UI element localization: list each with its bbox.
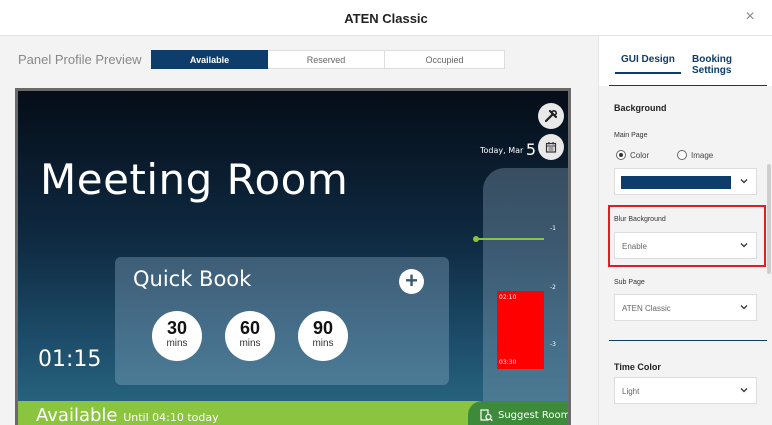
color-radio-label: Color: [630, 150, 650, 160]
quick-book-card: Quick Book + 30 mins 60 mins 90 mins: [115, 257, 449, 385]
title-bar: ATEN Classic ×: [0, 0, 772, 36]
quick-book-duration: 90: [312, 318, 334, 338]
booking-start-time: 02:10: [499, 294, 517, 301]
status-text: Available Until 04:10 today: [36, 405, 219, 425]
blur-background-label: Blur Background: [614, 216, 666, 223]
plus-icon: +: [405, 268, 418, 293]
time-color-select[interactable]: Light: [614, 377, 757, 404]
image-radio-label: Image: [691, 150, 714, 160]
background-title: Background: [614, 103, 667, 113]
timeline-label: -1: [550, 225, 556, 232]
section-divider: [609, 340, 767, 341]
status-until: Until 04:10 today: [123, 411, 219, 424]
date-prefix: Today, Mar: [480, 146, 524, 155]
room-search-icon: [480, 409, 493, 422]
quick-book-unit: mins: [166, 338, 188, 349]
radio-dot: [616, 150, 626, 160]
quick-book-90-button[interactable]: 90 mins: [298, 311, 348, 361]
booking-block[interactable]: 02:10 03:30: [497, 291, 544, 369]
blur-background-value: Enable: [622, 242, 647, 251]
quick-book-60-button[interactable]: 60 mins: [225, 311, 275, 361]
quick-book-title: Quick Book: [133, 267, 252, 291]
window-title: ATEN Classic: [344, 11, 428, 26]
settings-tabs: GUI Design Booking Settings: [599, 36, 772, 86]
state-tabs: Available Reserved Occupied: [151, 50, 505, 69]
sub-page-value: ATEN Classic: [622, 304, 671, 313]
tab-reserved[interactable]: Reserved: [268, 50, 385, 69]
quick-book-unit: mins: [312, 338, 334, 349]
current-time: 01:15: [38, 347, 102, 372]
calendar-icon: [545, 142, 557, 153]
preview-label: Panel Profile Preview: [18, 52, 142, 67]
color-swatch: [621, 176, 731, 189]
blur-background-select[interactable]: Enable: [614, 232, 757, 259]
tab-available[interactable]: Available: [151, 50, 268, 69]
settings-panel: GUI Design Booking Settings Background M…: [598, 36, 772, 425]
date-display: Today, Mar 5: [480, 140, 536, 159]
tools-button[interactable]: [538, 103, 564, 129]
chevron-down-icon: [740, 243, 748, 248]
quick-book-unit: mins: [239, 338, 261, 349]
time-color-value: Light: [622, 387, 640, 396]
scrollbar[interactable]: [767, 164, 771, 274]
chevron-down-icon: [740, 388, 748, 393]
current-time-line: [476, 238, 544, 240]
quick-book-add-button[interactable]: +: [399, 269, 424, 294]
time-color-title: Time Color: [614, 362, 661, 372]
timeline-label: -3: [550, 341, 556, 348]
tools-icon: [544, 109, 558, 123]
settings-content: Background Main Page Color Image Blur Ba…: [599, 86, 772, 425]
sub-page-label: Sub Page: [614, 279, 645, 286]
chevron-down-icon: [740, 179, 748, 184]
tab-booking-settings[interactable]: Booking Settings: [692, 54, 772, 76]
timeline-label: -2: [550, 284, 556, 291]
image-radio[interactable]: Image: [677, 150, 713, 160]
tab-gui-design[interactable]: GUI Design: [615, 54, 681, 74]
status-label: Available: [36, 405, 118, 425]
booking-end-time: 03:30: [499, 359, 517, 366]
suggest-room-label: Suggest Room: [498, 410, 571, 421]
sub-page-select[interactable]: ATEN Classic: [614, 294, 757, 321]
quick-book-duration: 30: [166, 318, 188, 338]
main-page-label: Main Page: [614, 132, 648, 139]
date-day: 5: [525, 140, 537, 159]
app-window: ATEN Classic × Panel Profile Preview Ava…: [0, 0, 772, 425]
close-icon[interactable]: ×: [742, 9, 758, 25]
suggest-room-button[interactable]: Suggest Room: [468, 401, 571, 425]
status-bar: Available Until 04:10 today Suggest Room: [18, 401, 571, 425]
color-radio[interactable]: Color: [616, 150, 649, 160]
tab-occupied[interactable]: Occupied: [385, 50, 505, 69]
preview-area: Panel Profile Preview Available Reserved…: [0, 36, 598, 425]
chevron-down-icon: [740, 305, 748, 310]
quick-book-duration: 60: [239, 318, 261, 338]
quick-book-30-button[interactable]: 30 mins: [152, 311, 202, 361]
room-name: Meeting Room: [40, 155, 349, 204]
radio-dot: [677, 150, 687, 160]
calendar-button[interactable]: [538, 134, 564, 160]
background-color-picker[interactable]: [614, 168, 757, 195]
panel-preview: Meeting Room Today, Mar 5 -1 -2 -3 02:10…: [15, 88, 571, 425]
current-time-marker: [473, 236, 479, 242]
